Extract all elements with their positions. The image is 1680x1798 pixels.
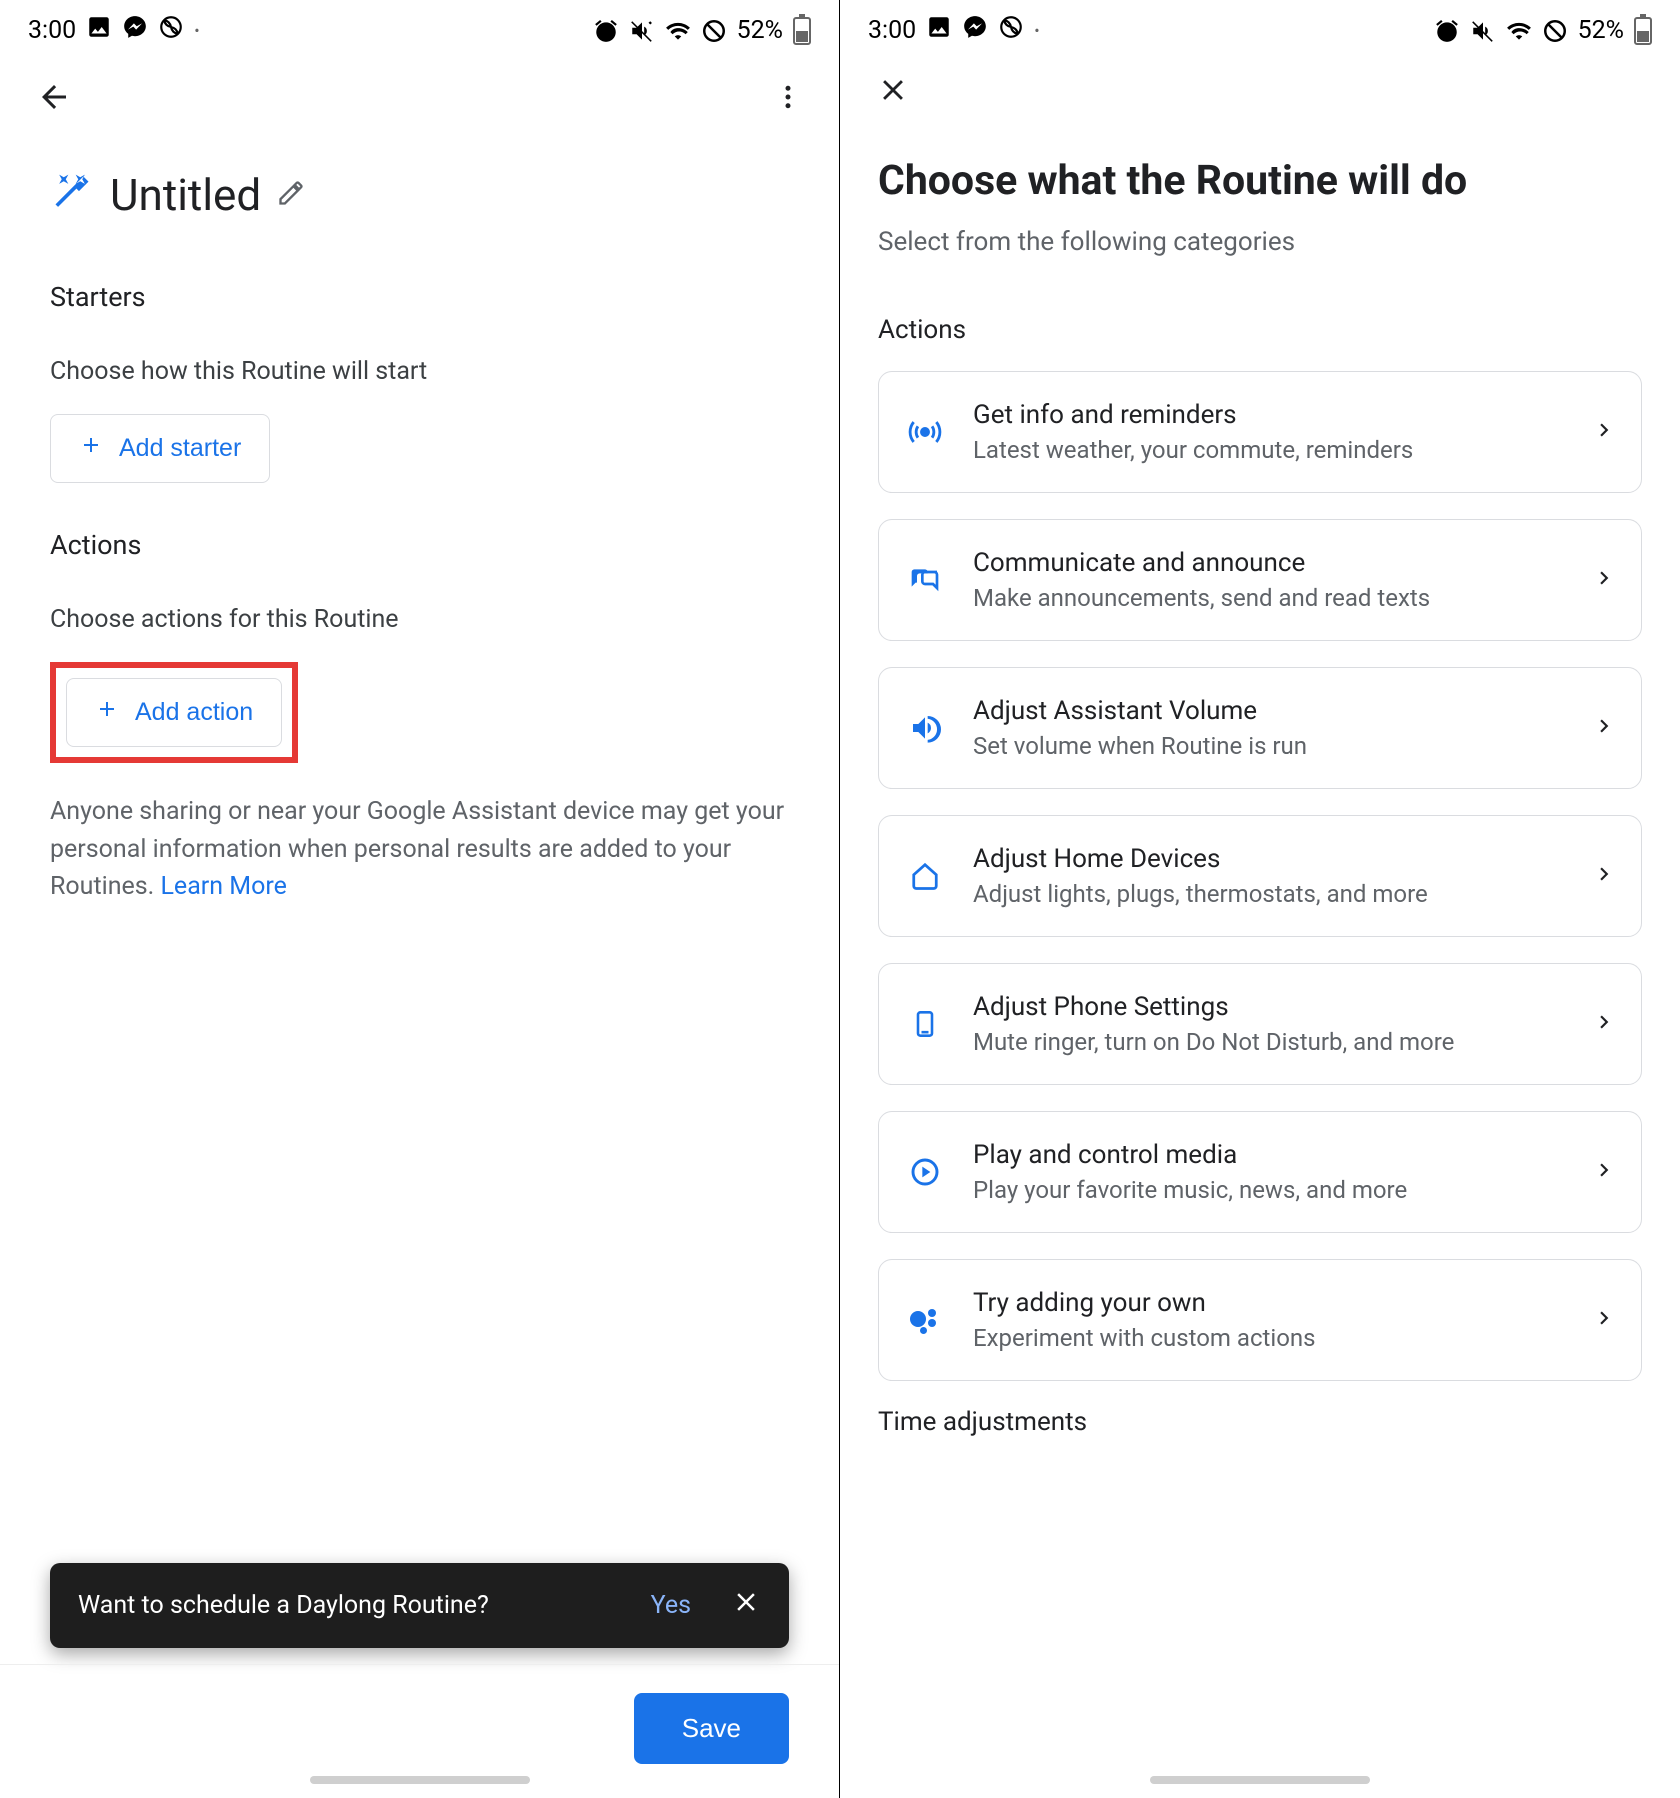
- chat-icon: [903, 564, 947, 596]
- card-subtitle: Make announcements, send and read texts: [973, 584, 1565, 612]
- overflow-menu-button[interactable]: [773, 82, 803, 116]
- messenger-icon: [122, 14, 148, 47]
- sports-icon: [158, 14, 184, 47]
- status-time: 3:00: [28, 16, 76, 45]
- schedule-toast: Want to schedule a Daylong Routine? Yes: [50, 1563, 789, 1648]
- card-subtitle: Set volume when Routine is run: [973, 732, 1565, 760]
- alarm-icon: [593, 18, 619, 44]
- status-left: 3:00 •: [28, 14, 200, 47]
- do-not-disturb-icon: [701, 18, 727, 44]
- volume-icon: [903, 712, 947, 744]
- do-not-disturb-icon: [1542, 18, 1568, 44]
- vibrate-mute-icon: [629, 18, 655, 44]
- more-notifications-dot: •: [194, 21, 199, 40]
- highlight-annotation: Add action: [50, 662, 298, 763]
- battery-percent: 52%: [1578, 16, 1624, 45]
- wand-icon: [50, 171, 94, 219]
- photos-icon: [86, 14, 112, 47]
- edit-title-button[interactable]: [277, 179, 305, 211]
- toast-close-button[interactable]: [731, 1587, 761, 1624]
- starters-subheading: Choose how this Routine will start: [50, 357, 789, 386]
- card-get-info-reminders[interactable]: Get info and reminders Latest weather, y…: [878, 371, 1642, 493]
- bottom-bar: Save: [0, 1664, 839, 1764]
- privacy-note: Anyone sharing or near your Google Assis…: [50, 793, 789, 906]
- add-starter-label: Add starter: [119, 434, 241, 463]
- alarm-icon: [1434, 18, 1460, 44]
- routine-title-row: Untitled: [50, 169, 789, 221]
- chevron-right-icon: [1591, 417, 1617, 447]
- page-title: Choose what the Routine will do: [878, 157, 1642, 205]
- chevron-right-icon: [1591, 713, 1617, 743]
- status-right: 52%: [1434, 16, 1652, 45]
- chevron-right-icon: [1591, 861, 1617, 891]
- photos-icon: [926, 14, 952, 47]
- plus-icon: [79, 433, 103, 464]
- card-title: Play and control media: [973, 1140, 1565, 1170]
- status-bar: 3:00 • 52%: [840, 0, 1680, 53]
- back-button[interactable]: [36, 79, 72, 119]
- card-adjust-phone-settings[interactable]: Adjust Phone Settings Mute ringer, turn …: [878, 963, 1642, 1085]
- actions-heading: Actions: [50, 529, 789, 561]
- card-subtitle: Adjust lights, plugs, thermostats, and m…: [973, 880, 1565, 908]
- wifi-icon: [1506, 18, 1532, 44]
- phone-screen-choose-action: 3:00 • 52% Choose what the Routine will …: [840, 0, 1680, 1798]
- status-right: 52%: [593, 16, 811, 45]
- phone-icon: [903, 1007, 947, 1041]
- card-adjust-volume[interactable]: Adjust Assistant Volume Set volume when …: [878, 667, 1642, 789]
- starters-heading: Starters: [50, 281, 789, 313]
- toast-yes-button[interactable]: Yes: [651, 1591, 691, 1620]
- card-play-control-media[interactable]: Play and control media Play your favorit…: [878, 1111, 1642, 1233]
- toast-message: Want to schedule a Daylong Routine?: [78, 1591, 489, 1620]
- vibrate-mute-icon: [1470, 18, 1496, 44]
- actions-subheading: Choose actions for this Routine: [50, 605, 789, 634]
- routine-title[interactable]: Untitled: [110, 169, 261, 221]
- card-subtitle: Experiment with custom actions: [973, 1324, 1565, 1352]
- status-bar: 3:00 • 52%: [0, 0, 839, 53]
- save-button[interactable]: Save: [634, 1693, 789, 1764]
- card-communicate-announce[interactable]: Communicate and announce Make announceme…: [878, 519, 1642, 641]
- status-time: 3:00: [868, 16, 916, 45]
- plus-icon: [95, 697, 119, 728]
- card-title: Adjust Home Devices: [973, 844, 1565, 874]
- learn-more-link[interactable]: Learn More: [160, 872, 286, 901]
- add-action-button[interactable]: Add action: [66, 678, 282, 747]
- close-button[interactable]: [876, 92, 910, 111]
- card-adjust-home-devices[interactable]: Adjust Home Devices Adjust lights, plugs…: [878, 815, 1642, 937]
- phone-screen-routine-editor: 3:00 • 52%: [0, 0, 840, 1798]
- more-notifications-dot: •: [1034, 21, 1039, 40]
- broadcast-icon: [903, 415, 947, 449]
- chevron-right-icon: [1591, 1305, 1617, 1335]
- card-title: Adjust Assistant Volume: [973, 696, 1565, 726]
- app-bar: [0, 53, 839, 129]
- battery-icon: [1634, 17, 1652, 45]
- card-title: Try adding your own: [973, 1288, 1565, 1318]
- wifi-icon: [665, 18, 691, 44]
- messenger-icon: [962, 14, 988, 47]
- sports-icon: [998, 14, 1024, 47]
- card-try-your-own[interactable]: Try adding your own Experiment with cust…: [878, 1259, 1642, 1381]
- add-starter-button[interactable]: Add starter: [50, 414, 270, 483]
- battery-percent: 52%: [737, 16, 783, 45]
- play-circle-icon: [903, 1156, 947, 1188]
- battery-icon: [793, 17, 811, 45]
- card-title: Get info and reminders: [973, 400, 1565, 430]
- card-title: Adjust Phone Settings: [973, 992, 1565, 1022]
- home-icon: [903, 861, 947, 891]
- card-subtitle: Play your favorite music, news, and more: [973, 1176, 1565, 1204]
- card-subtitle: Latest weather, your commute, reminders: [973, 436, 1565, 464]
- time-adjustments-heading: Time adjustments: [878, 1407, 1642, 1437]
- actions-group-label: Actions: [878, 315, 1642, 345]
- chevron-right-icon: [1591, 1009, 1617, 1039]
- page-subtitle: Select from the following categories: [878, 227, 1642, 257]
- gesture-bar: [310, 1776, 530, 1784]
- add-action-label: Add action: [135, 698, 253, 727]
- status-left: 3:00 •: [868, 14, 1040, 47]
- assistant-icon: [903, 1305, 947, 1335]
- chevron-right-icon: [1591, 1157, 1617, 1187]
- card-title: Communicate and announce: [973, 548, 1565, 578]
- chevron-right-icon: [1591, 565, 1617, 595]
- card-subtitle: Mute ringer, turn on Do Not Disturb, and…: [973, 1028, 1565, 1056]
- gesture-bar: [1150, 1776, 1370, 1784]
